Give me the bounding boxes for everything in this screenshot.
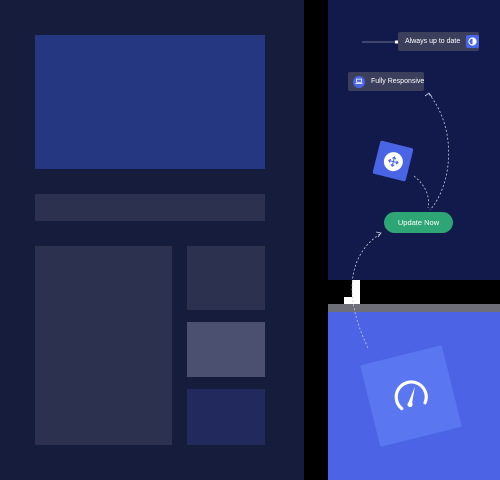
feature-label: Always up to date xyxy=(405,38,461,45)
move-arrows-icon xyxy=(381,149,405,173)
laptop-icon xyxy=(353,75,365,88)
wireframe-hero-block xyxy=(35,35,265,169)
panel-divider xyxy=(328,304,500,312)
feature-pill-fully-responsive: Fully Responsive xyxy=(348,72,424,91)
speedometer-icon xyxy=(394,380,428,411)
marker-block xyxy=(352,280,360,304)
half-circle-icon xyxy=(466,35,480,48)
wireframe-bar-block xyxy=(35,194,265,221)
wireframe-side-block-1 xyxy=(187,246,265,310)
wireframe-content-block xyxy=(35,246,172,445)
update-now-button[interactable]: Update Now xyxy=(384,212,453,233)
feature-label: Fully Responsive xyxy=(371,78,425,85)
wireframe-side-block-3 xyxy=(187,389,265,445)
wireframe-side-block-2 xyxy=(187,322,265,377)
feature-pill-always-up-to-date: Always up to date xyxy=(398,32,480,51)
marker-block xyxy=(344,297,352,304)
